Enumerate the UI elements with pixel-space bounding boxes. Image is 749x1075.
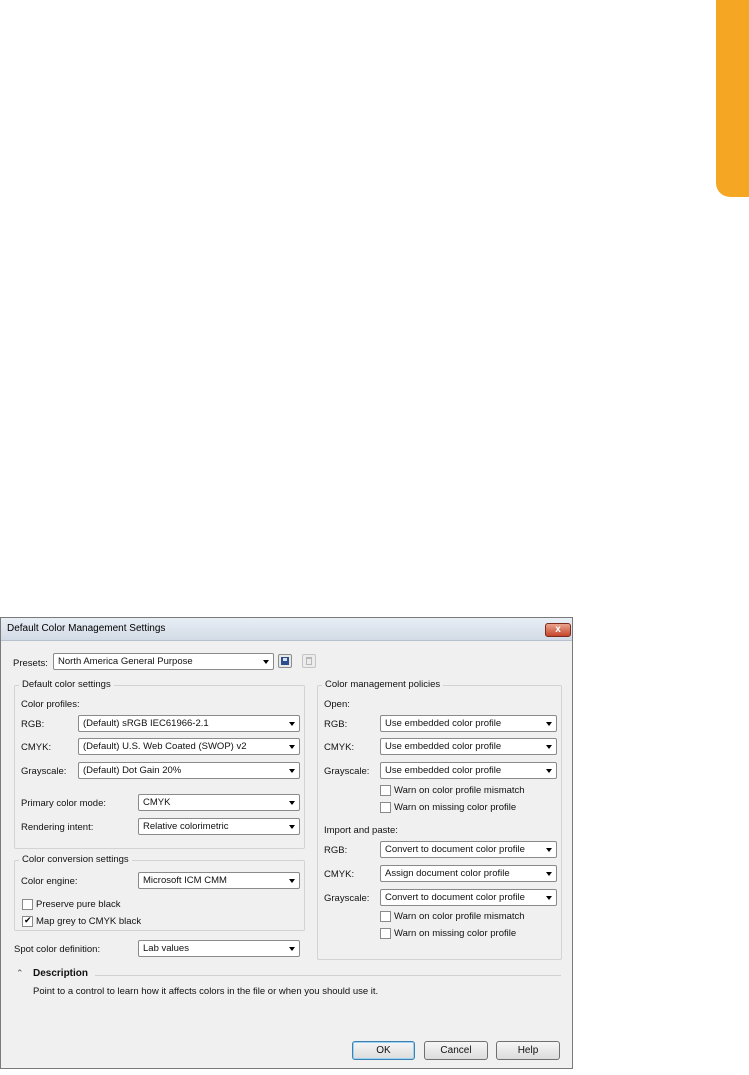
chevron-down-icon: [546, 745, 552, 749]
help-button[interactable]: Help: [496, 1041, 560, 1060]
color-management-policies-title: Color management policies: [322, 679, 444, 690]
color-engine-label: Color engine:: [21, 876, 78, 887]
open-warn-missing-label: Warn on missing color profile: [394, 802, 517, 813]
open-cmyk-label: CMYK:: [324, 742, 355, 753]
open-label: Open:: [324, 699, 350, 710]
spot-color-definition-select[interactable]: Lab values: [138, 940, 300, 957]
chevron-down-icon: [289, 722, 295, 726]
description-divider: [95, 975, 561, 976]
rendering-intent-value: Relative colorimetric: [143, 821, 229, 832]
rendering-intent-label: Rendering intent:: [21, 822, 94, 833]
color-management-dialog: Default Color Management Settings x Pres…: [0, 617, 573, 1069]
open-warn-missing-checkbox[interactable]: [380, 802, 391, 813]
chevron-down-icon: [289, 769, 295, 773]
chevron-down-icon: [289, 879, 295, 883]
primary-color-mode-select[interactable]: CMYK: [138, 794, 300, 811]
grayscale-profile-label: Grayscale:: [21, 766, 67, 777]
presets-select[interactable]: North America General Purpose: [53, 653, 274, 670]
default-color-settings-title: Default color settings: [19, 679, 114, 690]
dialog-title: Default Color Management Settings: [7, 623, 166, 634]
map-grey-to-cmyk-black-label: Map grey to CMYK black: [36, 916, 142, 927]
primary-color-mode-value: CMYK: [143, 797, 171, 808]
import-warn-mismatch-checkbox[interactable]: [380, 911, 391, 922]
chevron-down-icon: [546, 722, 552, 726]
import-rgb-label: RGB:: [324, 845, 348, 856]
save-preset-button[interactable]: [278, 654, 292, 668]
chevron-down-icon: [263, 660, 269, 664]
title-bar: Default Color Management Settings x: [1, 618, 572, 641]
orange-side-tab: [716, 0, 749, 197]
cmyk-profile-value: (Default) U.S. Web Coated (SWOP) v2: [83, 741, 247, 752]
open-grayscale-label: Grayscale:: [324, 766, 370, 777]
preserve-pure-black-label: Preserve pure black: [36, 899, 121, 910]
cmyk-profile-select[interactable]: (Default) U.S. Web Coated (SWOP) v2: [78, 738, 300, 755]
color-profiles-label: Color profiles:: [21, 699, 80, 710]
chevron-down-icon: [289, 801, 295, 805]
spot-color-definition-label: Spot color definition:: [14, 944, 101, 955]
import-cmyk-policy-select[interactable]: Assign document color profile: [380, 865, 557, 882]
primary-color-mode-label: Primary color mode:: [21, 798, 106, 809]
chevron-down-icon: [546, 896, 552, 900]
import-warn-missing-checkbox[interactable]: [380, 928, 391, 939]
delete-preset-button[interactable]: [302, 654, 316, 668]
rgb-profile-value: (Default) sRGB IEC61966-2.1: [83, 718, 209, 729]
grayscale-profile-value: (Default) Dot Gain 20%: [83, 765, 182, 776]
import-rgb-policy-value: Convert to document color profile: [385, 844, 525, 855]
cancel-button[interactable]: Cancel: [424, 1041, 488, 1060]
collapse-chevron-icon[interactable]: ⌃: [16, 968, 24, 979]
map-grey-to-cmyk-black-checkbox[interactable]: [22, 915, 33, 927]
presets-label: Presets:: [13, 658, 48, 669]
preserve-pure-black-checkbox[interactable]: [22, 899, 33, 910]
trash-icon: [306, 657, 312, 665]
open-grayscale-policy-value: Use embedded color profile: [385, 765, 502, 776]
open-cmyk-policy-select[interactable]: Use embedded color profile: [380, 738, 557, 755]
rgb-profile-label: RGB:: [21, 719, 45, 730]
import-warn-mismatch-label: Warn on color profile mismatch: [394, 911, 525, 922]
color-engine-select[interactable]: Microsoft ICM CMM: [138, 872, 300, 889]
spot-color-definition-value: Lab values: [143, 943, 189, 954]
open-rgb-label: RGB:: [324, 719, 348, 730]
chevron-down-icon: [289, 745, 295, 749]
open-rgb-policy-select[interactable]: Use embedded color profile: [380, 715, 557, 732]
open-cmyk-policy-value: Use embedded color profile: [385, 741, 502, 752]
presets-value: North America General Purpose: [58, 656, 193, 667]
cmyk-profile-label: CMYK:: [21, 742, 52, 753]
import-grayscale-policy-select[interactable]: Convert to document color profile: [380, 889, 557, 906]
import-warn-missing-label: Warn on missing color profile: [394, 928, 517, 939]
rgb-profile-select[interactable]: (Default) sRGB IEC61966-2.1: [78, 715, 300, 732]
description-text: Point to a control to learn how it affec…: [33, 986, 379, 997]
ok-button[interactable]: OK: [352, 1041, 415, 1060]
chevron-down-icon: [546, 848, 552, 852]
chevron-down-icon: [546, 872, 552, 876]
open-rgb-policy-value: Use embedded color profile: [385, 718, 502, 729]
chevron-down-icon: [289, 947, 295, 951]
color-conversion-settings-title: Color conversion settings: [19, 854, 132, 865]
chevron-down-icon: [289, 825, 295, 829]
import-rgb-policy-select[interactable]: Convert to document color profile: [380, 841, 557, 858]
open-warn-mismatch-checkbox[interactable]: [380, 785, 391, 796]
open-warn-mismatch-label: Warn on color profile mismatch: [394, 785, 525, 796]
floppy-disk-icon: [281, 657, 289, 665]
rendering-intent-select[interactable]: Relative colorimetric: [138, 818, 300, 835]
chevron-down-icon: [546, 769, 552, 773]
close-button[interactable]: x: [545, 623, 571, 637]
open-grayscale-policy-select[interactable]: Use embedded color profile: [380, 762, 557, 779]
import-grayscale-policy-value: Convert to document color profile: [385, 892, 525, 903]
import-grayscale-label: Grayscale:: [324, 893, 370, 904]
import-and-paste-label: Import and paste:: [324, 825, 398, 836]
color-engine-value: Microsoft ICM CMM: [143, 875, 227, 886]
import-cmyk-label: CMYK:: [324, 869, 355, 880]
description-title: Description: [33, 968, 89, 979]
grayscale-profile-select[interactable]: (Default) Dot Gain 20%: [78, 762, 300, 779]
import-cmyk-policy-value: Assign document color profile: [385, 868, 510, 879]
